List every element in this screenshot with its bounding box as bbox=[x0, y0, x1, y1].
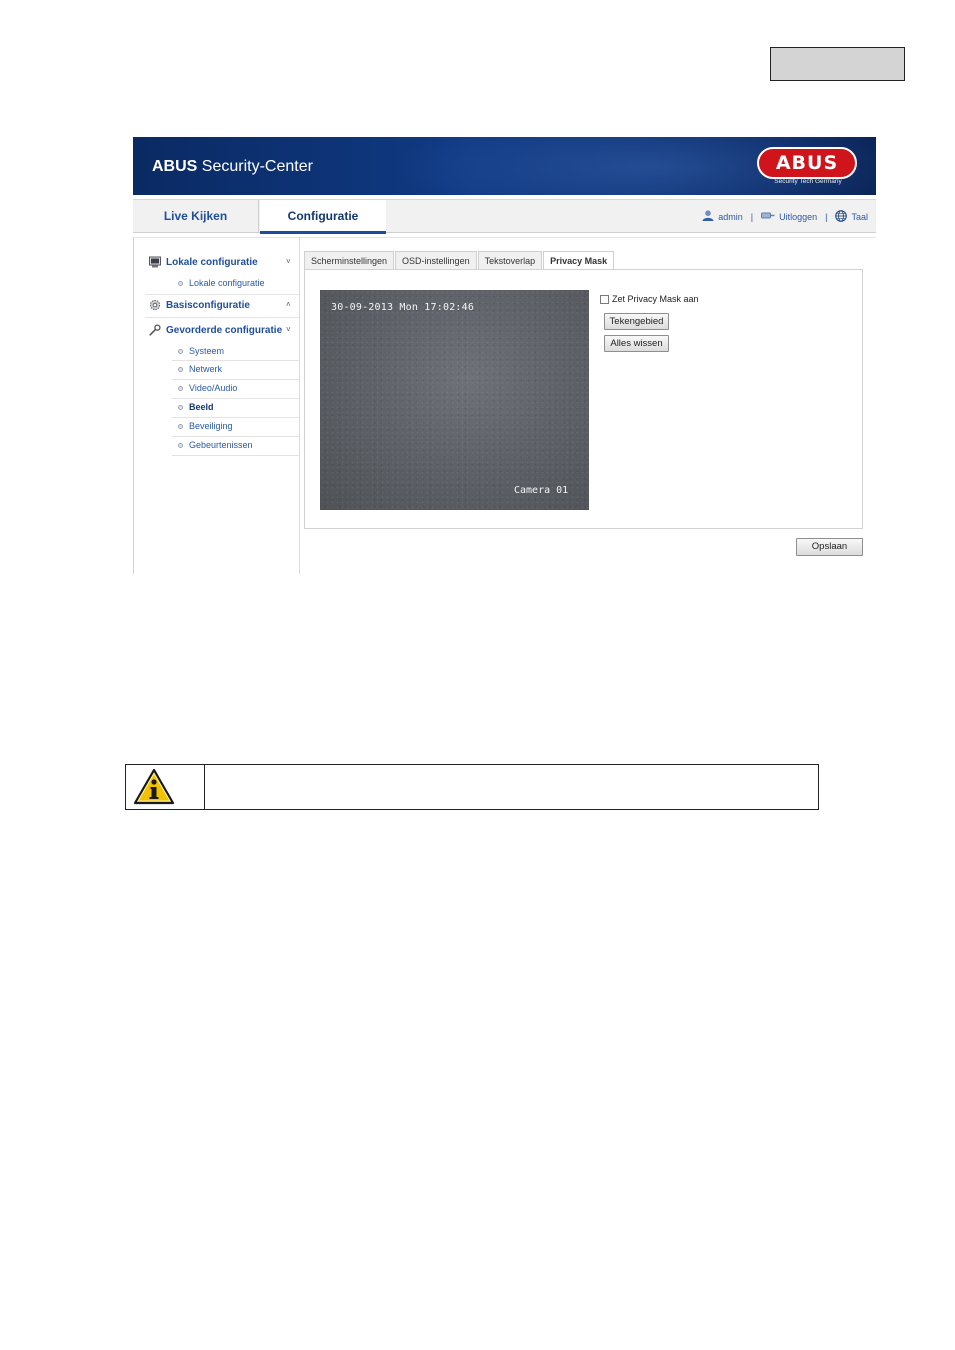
sidebar-item-security[interactable]: Beveiliging bbox=[178, 421, 233, 431]
sidebar-item-system[interactable]: Systeem bbox=[178, 346, 224, 356]
osd-camera-name: Camera 01 bbox=[514, 485, 569, 496]
sidebar-rule bbox=[172, 360, 299, 361]
gear-icon bbox=[149, 299, 161, 311]
sidebar-rule bbox=[172, 436, 299, 437]
sidebar-item-label: Systeem bbox=[189, 346, 225, 356]
sidebar-rule bbox=[145, 294, 299, 295]
app-title: ABUS Security-Center bbox=[152, 158, 313, 176]
camera-preview[interactable]: 30-09-2013 Mon 17:02:46 Camera 01 bbox=[320, 290, 589, 510]
abus-logo: ABUS bbox=[757, 147, 857, 179]
abus-logo-text: ABUS bbox=[775, 152, 839, 174]
sidebar-item-label: Beveiliging bbox=[189, 421, 233, 431]
enable-privacy-mask-checkbox[interactable] bbox=[600, 294, 609, 304]
bullet-icon bbox=[178, 366, 183, 372]
tab-live-view[interactable]: Live Kijken bbox=[133, 200, 259, 233]
tab-configuration[interactable]: Configuratie bbox=[260, 200, 386, 234]
sidebar-local-config[interactable]: Lokale configuratie bbox=[149, 256, 258, 268]
sidebar-item-label: Gebeurtenissen bbox=[189, 440, 253, 450]
nav-separator: | bbox=[750, 211, 754, 222]
sidebar-item-video-audio[interactable]: Video/Audio bbox=[178, 383, 237, 393]
sidebar-item-label: Netwerk bbox=[189, 364, 223, 374]
info-warning-icon bbox=[133, 768, 175, 806]
sidebar-advanced-config-label: Gevorderde configuratie bbox=[166, 324, 283, 336]
user-icon bbox=[702, 210, 714, 223]
draw-area-button[interactable]: Tekengebied bbox=[604, 313, 669, 330]
bullet-icon bbox=[178, 404, 183, 410]
bullet-icon bbox=[178, 423, 183, 429]
bullet-icon bbox=[178, 348, 183, 354]
sidebar-divider bbox=[299, 237, 300, 574]
bullet-icon bbox=[178, 385, 183, 391]
save-button[interactable]: Opslaan bbox=[796, 538, 863, 556]
chevron-down-icon[interactable]: ˅ bbox=[286, 325, 291, 334]
app-header: ABUS Security-Center ABUS Security Tech … bbox=[133, 137, 876, 195]
subtab-privacy-mask[interactable]: Privacy Mask bbox=[543, 251, 615, 270]
sidebar-rule bbox=[172, 455, 299, 456]
username-link[interactable]: admin bbox=[718, 212, 743, 222]
sidebar-advanced-config[interactable]: Gevorderde configuratie bbox=[149, 324, 282, 336]
sidebar-rule bbox=[172, 417, 299, 418]
wrench-icon bbox=[149, 324, 161, 336]
sidebar-rule bbox=[172, 379, 299, 380]
app-title-bold: ABUS bbox=[152, 158, 198, 175]
sidebar-rule bbox=[145, 317, 299, 318]
nav-separator-2: | bbox=[825, 211, 828, 222]
subtab-osd-settings[interactable]: OSD-instellingen bbox=[395, 251, 477, 269]
chevron-down-icon[interactable]: ˅ bbox=[286, 257, 291, 266]
sidebar-item-label: Lokale configuratie bbox=[189, 278, 265, 288]
logout-icon bbox=[761, 211, 775, 222]
sidebar-item-image[interactable]: Beeld bbox=[178, 402, 214, 412]
notice-box bbox=[125, 764, 819, 810]
image-subtabs: Scherminstellingen OSD-instellingen Teks… bbox=[304, 251, 615, 270]
subtab-screen-settings[interactable]: Scherminstellingen bbox=[304, 251, 395, 269]
sidebar-rule bbox=[172, 398, 299, 399]
language-link[interactable]: Taal bbox=[851, 212, 868, 222]
page-corner-box bbox=[770, 47, 905, 81]
enable-privacy-mask-label: Zet Privacy Mask aan bbox=[612, 294, 699, 304]
sidebar-local-config-label: Lokale configuratie bbox=[166, 256, 258, 268]
chevron-up-icon[interactable]: ˄ bbox=[286, 300, 291, 309]
bullet-icon bbox=[178, 442, 183, 448]
enable-privacy-mask-row: Zet Privacy Mask aan bbox=[600, 294, 699, 304]
bullet-icon bbox=[178, 280, 183, 286]
sidebar-item-network[interactable]: Netwerk bbox=[178, 364, 222, 374]
sidebar-basic-config-label: Basisconfiguratie bbox=[166, 299, 250, 311]
abus-logo-subtitle: Security Tech Germany bbox=[774, 178, 842, 185]
sidebar-basic-config[interactable]: Basisconfiguratie bbox=[149, 299, 250, 311]
camera-image-texture bbox=[320, 290, 589, 510]
computer-icon bbox=[149, 256, 161, 268]
sidebar-item-local-config[interactable]: Lokale configuratie bbox=[178, 278, 265, 288]
sidebar-item-events[interactable]: Gebeurtenissen bbox=[178, 440, 253, 450]
main-nav: Live Kijken Configuratie admin | Uitlogg… bbox=[133, 199, 876, 234]
sidebar-item-label: Video/Audio bbox=[189, 383, 238, 393]
notice-divider bbox=[204, 764, 205, 810]
logout-link[interactable]: Uitloggen bbox=[779, 212, 817, 222]
subtab-text-overlay[interactable]: Tekstoverlap bbox=[477, 251, 543, 269]
sidebar-item-label: Beeld bbox=[189, 402, 214, 412]
user-area: admin | Uitloggen | Taal bbox=[702, 200, 868, 233]
globe-icon bbox=[835, 209, 848, 224]
osd-timestamp: 30-09-2013 Mon 17:02:46 bbox=[331, 302, 475, 313]
app-title-rest: Security-Center bbox=[197, 158, 313, 175]
clear-all-button[interactable]: Alles wissen bbox=[604, 335, 669, 352]
